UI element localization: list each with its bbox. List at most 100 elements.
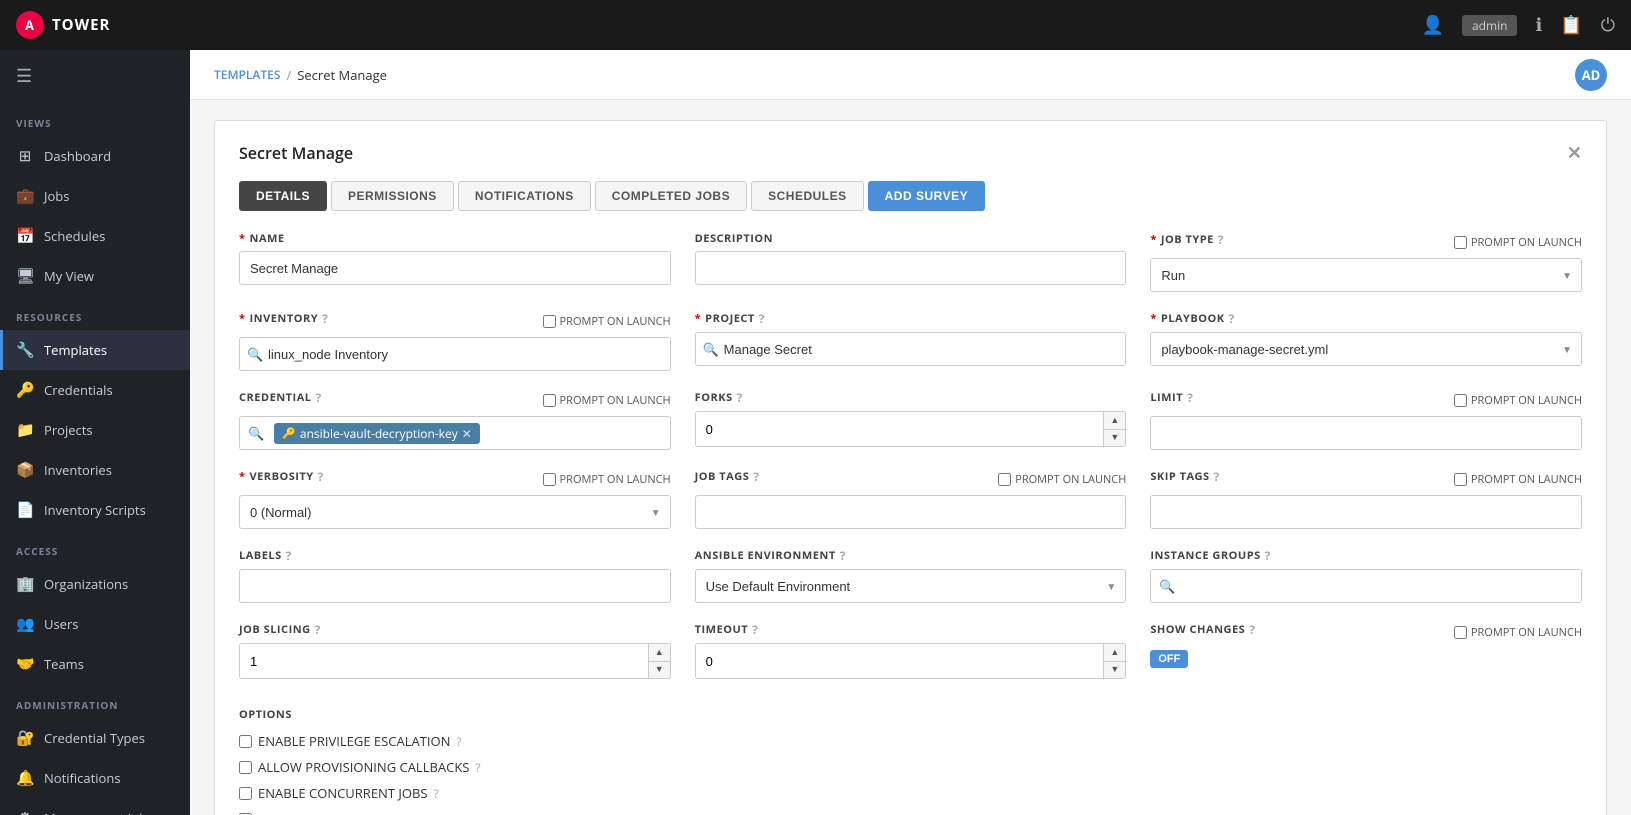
name-input[interactable] <box>239 251 671 285</box>
forks-decrement[interactable]: ▼ <box>1104 430 1125 447</box>
concurrent-jobs-help-icon[interactable]: ? <box>434 785 439 802</box>
project-group: * PROJECT ? 🔍 <box>695 310 1127 371</box>
limit-help-icon[interactable]: ? <box>1187 389 1193 406</box>
credential-prompt-check[interactable]: PROMPT ON LAUNCH <box>543 393 671 408</box>
tab-schedules[interactable]: SCHEDULES <box>751 181 864 211</box>
sidebar-item-dashboard[interactable]: ⊞ Dashboard <box>0 136 190 176</box>
credential-help-icon[interactable]: ? <box>316 389 322 406</box>
tab-permissions[interactable]: PERMISSIONS <box>331 181 454 211</box>
fact-cache-help-icon[interactable]: ? <box>366 811 371 815</box>
sidebar-item-credential-types[interactable]: 🔐 Credential Types <box>0 718 190 758</box>
tab-add-survey[interactable]: ADD SURVEY <box>868 181 985 211</box>
user-avatar[interactable]: AD <box>1575 59 1607 91</box>
instance-groups-label: INSTANCE GROUPS ? <box>1150 547 1582 564</box>
timeout-help-icon[interactable]: ? <box>752 621 758 638</box>
options-title: OPTIONS <box>239 707 1582 722</box>
verbosity-select[interactable]: 0 (Normal) 1 (Verbose) 2 (More Verbose) … <box>239 495 671 529</box>
forks-increment[interactable]: ▲ <box>1104 412 1125 430</box>
sidebar-item-schedules[interactable]: 📅 Schedules <box>0 216 190 256</box>
hamburger-menu[interactable]: ☰ <box>0 50 190 102</box>
card-header: Secret Manage ✕ <box>239 141 1582 165</box>
instance-groups-help-icon[interactable]: ? <box>1265 547 1271 564</box>
inventory-input[interactable] <box>239 337 671 371</box>
provisioning-callbacks-checkbox[interactable] <box>239 761 252 774</box>
skip-tags-input[interactable] <box>1150 495 1582 529</box>
user-icon[interactable]: 👤 <box>1422 13 1444 37</box>
provisioning-callbacks-help-icon[interactable]: ? <box>475 759 480 776</box>
show-changes-prompt-check[interactable]: PROMPT ON LAUNCH <box>1454 625 1582 640</box>
job-tags-prompt-check[interactable]: PROMPT ON LAUNCH <box>998 472 1126 487</box>
verbosity-prompt-check[interactable]: PROMPT ON LAUNCH <box>543 472 671 487</box>
project-help-icon[interactable]: ? <box>759 310 765 327</box>
credential-tag-remove[interactable]: ✕ <box>462 425 472 442</box>
labels-help-icon[interactable]: ? <box>286 547 292 564</box>
verbosity-help-icon[interactable]: ? <box>318 468 324 485</box>
show-changes-toggle[interactable]: OFF <box>1150 650 1188 668</box>
privilege-escalation-help-icon[interactable]: ? <box>456 733 461 750</box>
forks-input[interactable] <box>696 412 1104 446</box>
sidebar-item-users[interactable]: 👥 Users <box>0 604 190 644</box>
job-slicing-input[interactable] <box>240 644 648 678</box>
sidebar-item-inventory-scripts[interactable]: 📄 Inventory Scripts <box>0 490 190 530</box>
inventory-help-icon[interactable]: ? <box>322 310 328 327</box>
job-slicing-help-icon[interactable]: ? <box>315 621 321 638</box>
job-slicing-decrement[interactable]: ▼ <box>649 662 670 679</box>
sidebar-item-teams[interactable]: 🤝 Teams <box>0 644 190 684</box>
ansible-env-group: ANSIBLE ENVIRONMENT ? Use Default Enviro… <box>695 547 1127 603</box>
skip-tags-prompt-check[interactable]: PROMPT ON LAUNCH <box>1454 472 1582 487</box>
playbook-select[interactable]: playbook-manage-secret.yml <box>1150 332 1582 366</box>
concurrent-jobs-checkbox[interactable] <box>239 787 252 800</box>
sidebar-item-jobs[interactable]: 💼 Jobs <box>0 176 190 216</box>
sidebar-item-management-jobs[interactable]: ⚙ Management Jobs <box>0 798 190 815</box>
tab-completed-jobs[interactable]: COMPLETED JOBS <box>595 181 747 211</box>
sidebar-item-credentials[interactable]: 🔑 Credentials <box>0 370 190 410</box>
labels-input[interactable] <box>239 569 671 603</box>
job-type-help-icon[interactable]: ? <box>1218 231 1224 248</box>
tab-notifications[interactable]: NOTIFICATIONS <box>458 181 591 211</box>
info-icon[interactable]: ℹ <box>1535 13 1542 37</box>
organizations-icon: 🏢 <box>16 574 34 594</box>
inventory-prompt-check[interactable]: PROMPT ON LAUNCH <box>543 314 671 329</box>
timeout-decrement[interactable]: ▼ <box>1104 662 1125 679</box>
show-changes-help-icon[interactable]: ? <box>1249 621 1255 638</box>
description-label: DESCRIPTION <box>695 231 1127 246</box>
job-tags-label: JOB TAGS ? <box>695 468 760 485</box>
job-slicing-increment[interactable]: ▲ <box>649 644 670 662</box>
topbar: A TOWER 👤 admin ℹ 📋 ⏻ <box>0 0 1631 50</box>
ansible-env-help-icon[interactable]: ? <box>840 547 846 564</box>
instance-groups-input[interactable] <box>1184 570 1581 602</box>
job-type-prompt-check[interactable]: PROMPT ON LAUNCH <box>1454 235 1582 250</box>
playbook-select-wrapper: playbook-manage-secret.yml <box>1150 332 1582 366</box>
docs-icon[interactable]: 📋 <box>1560 13 1582 37</box>
limit-input[interactable] <box>1150 416 1582 450</box>
ansible-env-select[interactable]: Use Default Environment <box>695 569 1127 603</box>
forks-label: FORKS ? <box>695 389 1127 406</box>
limit-prompt-check[interactable]: PROMPT ON LAUNCH <box>1454 393 1582 408</box>
project-input[interactable] <box>695 332 1127 366</box>
sidebar-item-label: Dashboard <box>44 147 111 165</box>
sidebar-item-notifications[interactable]: 🔔 Notifications <box>0 758 190 798</box>
sidebar-item-myview[interactable]: 🖥 My View <box>0 256 190 296</box>
close-button[interactable]: ✕ <box>1567 141 1582 165</box>
sidebar-item-projects[interactable]: 📁 Projects <box>0 410 190 450</box>
timeout-increment[interactable]: ▲ <box>1104 644 1125 662</box>
description-input[interactable] <box>695 251 1127 285</box>
timeout-input[interactable] <box>696 644 1104 678</box>
sidebar-item-templates[interactable]: 🔧 Templates <box>0 330 190 370</box>
credential-input-wrapper[interactable]: 🔍 🔑 ansible-vault-decryption-key ✕ <box>239 416 671 450</box>
job-type-select[interactable]: Run Check <box>1150 258 1582 292</box>
forks-help-icon[interactable]: ? <box>737 389 743 406</box>
sidebar-item-inventories[interactable]: 📦 Inventories <box>0 450 190 490</box>
sidebar-item-label: Credentials <box>44 381 113 399</box>
sidebar-item-organizations[interactable]: 🏢 Organizations <box>0 564 190 604</box>
playbook-help-icon[interactable]: ? <box>1229 310 1235 327</box>
breadcrumb-templates-link[interactable]: TEMPLATES <box>214 66 280 83</box>
username-display[interactable]: admin <box>1462 15 1518 36</box>
job-tags-help-icon[interactable]: ? <box>753 468 759 485</box>
instance-groups-search-icon: 🔍 <box>1151 570 1183 602</box>
job-tags-input[interactable] <box>695 495 1127 529</box>
skip-tags-help-icon[interactable]: ? <box>1214 468 1220 485</box>
privilege-escalation-checkbox[interactable] <box>239 735 252 748</box>
tab-details[interactable]: DETAILS <box>239 181 327 211</box>
power-icon[interactable]: ⏻ <box>1601 13 1615 37</box>
